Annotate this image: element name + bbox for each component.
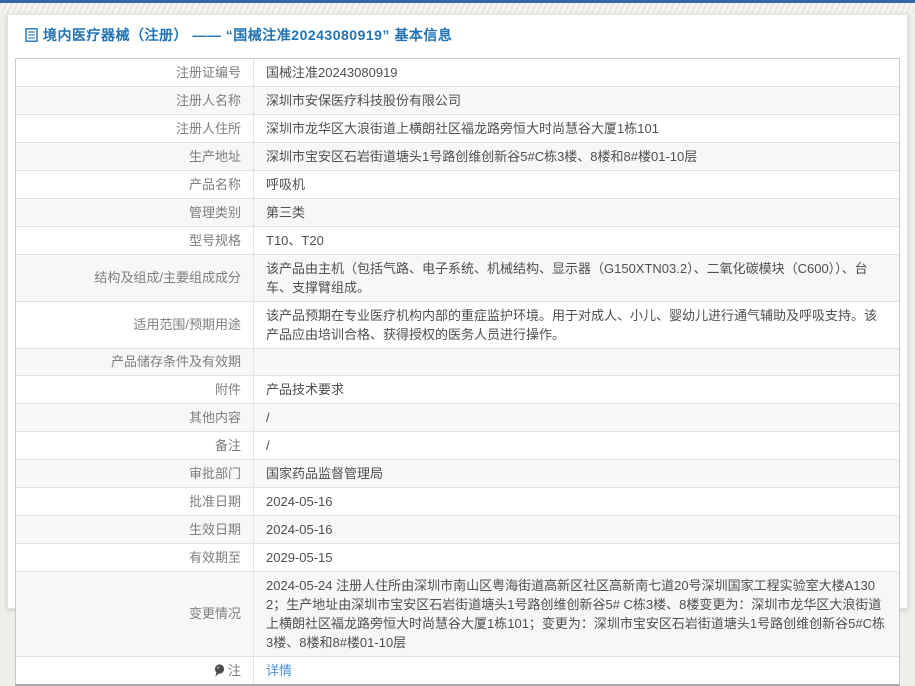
table-row: 变更情况 2024-05-24 注册人住所由深圳市南山区粤海街道高新区社区高新南…	[16, 572, 899, 657]
row-value: 深圳市龙华区大浪街道上横朗社区福龙路旁恒大时尚慧谷大厦1栋101	[254, 115, 899, 142]
row-label-text: 注	[228, 662, 241, 680]
row-label: 产品名称	[16, 171, 254, 198]
row-label: 注册人住所	[16, 115, 254, 142]
table-row: 结构及组成/主要组成成分 该产品由主机（包括气路、电子系统、机械结构、显示器（G…	[16, 255, 899, 302]
page-title: 境内医疗器械（注册） —— “国械注准20243080919” 基本信息	[8, 15, 907, 53]
row-value: 产品技术要求	[254, 376, 899, 403]
row-label: 附件	[16, 376, 254, 403]
document-icon	[25, 28, 38, 42]
table-row: 备注 /	[16, 432, 899, 460]
row-label: 适用范围/预期用途	[16, 302, 254, 348]
table-row: 产品储存条件及有效期	[16, 349, 899, 376]
table-row: 注册人住所 深圳市龙华区大浪街道上横朗社区福龙路旁恒大时尚慧谷大厦1栋101	[16, 115, 899, 143]
row-label: 生产地址	[16, 143, 254, 170]
row-value: 该产品由主机（包括气路、电子系统、机械结构、显示器（G150XTN03.2）、二…	[254, 255, 899, 301]
row-value	[254, 349, 899, 375]
row-value: /	[254, 432, 899, 459]
note-pin-icon	[214, 664, 225, 677]
row-value: 深圳市安保医疗科技股份有限公司	[254, 87, 899, 114]
details-link[interactable]: 详情	[266, 663, 292, 678]
row-label: 注册人名称	[16, 87, 254, 114]
row-value: 该产品预期在专业医疗机构内部的重症监护环境。用于对成人、小儿、婴幼儿进行通气辅助…	[254, 302, 899, 348]
table-row: 生效日期 2024-05-16	[16, 516, 899, 544]
row-value: 呼吸机	[254, 171, 899, 198]
row-label: 结构及组成/主要组成成分	[16, 255, 254, 301]
row-label: 型号规格	[16, 227, 254, 254]
content-panel: 境内医疗器械（注册） —— “国械注准20243080919” 基本信息 注册证…	[7, 14, 908, 609]
row-value: 国械注准20243080919	[254, 59, 899, 86]
table-row: 批准日期 2024-05-16	[16, 488, 899, 516]
row-label: 生效日期	[16, 516, 254, 543]
table-row: 型号规格 T10、T20	[16, 227, 899, 255]
row-label: 注册证编号	[16, 59, 254, 86]
row-label: 其他内容	[16, 404, 254, 431]
row-value: 第三类	[254, 199, 899, 226]
row-label: 备注	[16, 432, 254, 459]
row-label: 产品储存条件及有效期	[16, 349, 254, 375]
table-row: 审批部门 国家药品监督管理局	[16, 460, 899, 488]
row-label: 管理类别	[16, 199, 254, 226]
table-row: 注册人名称 深圳市安保医疗科技股份有限公司	[16, 87, 899, 115]
row-value: /	[254, 404, 899, 431]
table-row: 产品名称 呼吸机	[16, 171, 899, 199]
row-label: 审批部门	[16, 460, 254, 487]
top-hatch-strip	[0, 3, 915, 13]
table-row-note: 注 详情	[16, 657, 899, 684]
row-value: 2024-05-16	[254, 488, 899, 515]
row-label: 变更情况	[16, 572, 254, 656]
row-value: 2029-05-15	[254, 544, 899, 571]
row-value: T10、T20	[254, 227, 899, 254]
registration-info-table: 注册证编号 国械注准20243080919 注册人名称 深圳市安保医疗科技股份有…	[15, 58, 900, 686]
page-title-text: 境内医疗器械（注册） —— “国械注准20243080919” 基本信息	[43, 25, 452, 45]
table-row: 管理类别 第三类	[16, 199, 899, 227]
row-value: 国家药品监督管理局	[254, 460, 899, 487]
table-row: 生产地址 深圳市宝安区石岩街道塘头1号路创维创新谷5#C栋3楼、8楼和8#楼01…	[16, 143, 899, 171]
row-label: 有效期至	[16, 544, 254, 571]
table-row: 其他内容 /	[16, 404, 899, 432]
table-row: 适用范围/预期用途 该产品预期在专业医疗机构内部的重症监护环境。用于对成人、小儿…	[16, 302, 899, 349]
row-value: 2024-05-24 注册人住所由深圳市南山区粤海街道高新区社区高新南七道20号…	[254, 572, 899, 656]
row-label: 批准日期	[16, 488, 254, 515]
table-row: 注册证编号 国械注准20243080919	[16, 59, 899, 87]
row-value: 2024-05-16	[254, 516, 899, 543]
table-row: 有效期至 2029-05-15	[16, 544, 899, 572]
row-value: 深圳市宝安区石岩街道塘头1号路创维创新谷5#C栋3楼、8楼和8#楼01-10层	[254, 143, 899, 170]
table-row: 附件 产品技术要求	[16, 376, 899, 404]
row-label: 注	[16, 657, 254, 684]
row-value: 详情	[254, 657, 899, 684]
